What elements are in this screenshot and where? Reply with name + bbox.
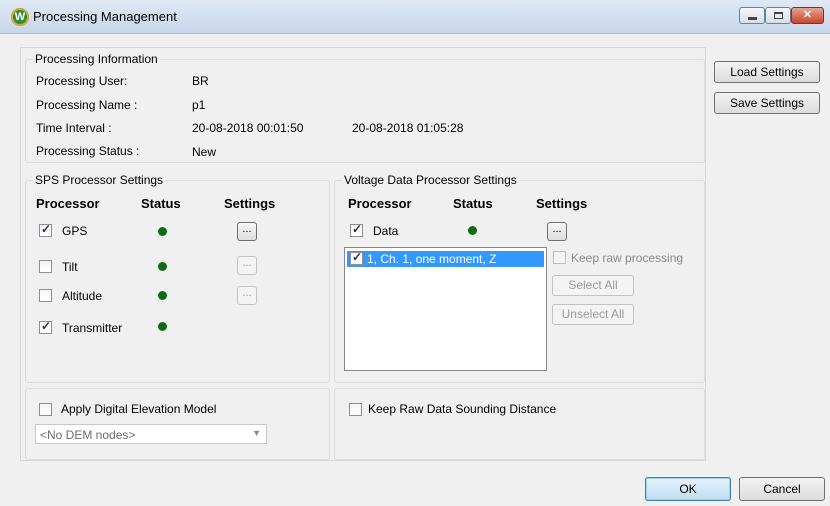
sps-settings-header: Settings <box>224 196 276 211</box>
processing-user-value: BR <box>192 74 209 88</box>
sounding-group <box>334 388 705 460</box>
voltage-processor-header: Processor <box>348 196 412 211</box>
altitude-label: Altitude <box>62 289 103 303</box>
apply-dem-checkbox[interactable] <box>39 403 52 416</box>
tilt-label: Tilt <box>62 260 78 274</box>
transmitter-label: Transmitter <box>62 321 123 335</box>
processing-info-title: Processing Information <box>33 52 160 66</box>
altitude-checkbox[interactable] <box>39 289 52 302</box>
window-title: Processing Management <box>33 9 177 24</box>
app-logo-icon: W <box>11 8 29 26</box>
unselect-all-button[interactable]: Unselect All <box>552 304 634 325</box>
dem-nodes-value: <No DEM nodes> <box>40 428 136 442</box>
load-settings-button[interactable]: Load Settings <box>714 61 820 83</box>
time-interval-label: Time Interval : <box>36 121 112 135</box>
altitude-status-indicator <box>158 291 167 300</box>
processing-name-value: p1 <box>192 98 206 112</box>
sps-processor-header: Processor <box>36 196 100 211</box>
minimize-icon <box>748 17 757 20</box>
processing-user-label: Processing User: <box>36 74 128 88</box>
save-settings-button[interactable]: Save Settings <box>714 92 820 114</box>
tilt-status-indicator <box>158 262 167 271</box>
time-interval-end: 20-08-2018 01:05:28 <box>352 121 464 135</box>
list-item-checkbox[interactable] <box>350 250 363 265</box>
keep-raw-processing-checkbox[interactable] <box>553 251 566 264</box>
close-button[interactable]: ✕ <box>791 7 824 24</box>
processing-status-label: Processing Status : <box>36 144 140 158</box>
minimize-button[interactable] <box>739 7 765 24</box>
list-item[interactable]: 1, Ch. 1, one moment, Z <box>347 250 544 267</box>
maximize-button[interactable] <box>765 7 791 24</box>
altitude-settings-button[interactable]: ... <box>237 286 257 305</box>
tilt-checkbox[interactable] <box>39 260 52 273</box>
ok-button[interactable]: OK <box>645 477 731 501</box>
sps-status-header: Status <box>141 196 181 211</box>
time-interval-start: 20-08-2018 00:01:50 <box>192 121 304 135</box>
gps-settings-button[interactable]: ... <box>237 222 257 241</box>
processing-status-value: New <box>192 145 217 159</box>
apply-dem-label: Apply Digital Elevation Model <box>61 402 217 416</box>
gps-status-indicator <box>158 227 167 236</box>
transmitter-status-indicator <box>158 322 167 331</box>
sps-settings-title: SPS Processor Settings <box>33 173 166 187</box>
processing-management-window: W Processing Management ✕ Processing Inf… <box>0 0 830 506</box>
select-all-button[interactable]: Select All <box>552 275 634 296</box>
list-item-label: 1, Ch. 1, one moment, Z <box>367 252 497 266</box>
title-bar[interactable]: W Processing Management ✕ <box>0 0 830 34</box>
keep-raw-sounding-checkbox[interactable] <box>349 403 362 416</box>
voltage-settings-header: Settings <box>536 196 588 211</box>
close-icon: ✕ <box>802 9 813 21</box>
data-checkbox[interactable] <box>350 222 363 237</box>
keep-raw-processing-label: Keep raw processing <box>571 251 684 265</box>
transmitter-checkbox[interactable] <box>39 319 52 334</box>
channel-list[interactable]: 1, Ch. 1, one moment, Z <box>344 247 547 371</box>
gps-checkbox[interactable] <box>39 222 52 237</box>
chevron-down-icon: ▼ <box>252 428 261 438</box>
data-status-indicator <box>468 226 477 235</box>
tilt-settings-button[interactable]: ... <box>237 256 257 275</box>
cancel-button[interactable]: Cancel <box>739 477 825 501</box>
maximize-icon <box>774 12 783 19</box>
keep-raw-sounding-label: Keep Raw Data Sounding Distance <box>368 402 557 416</box>
processing-name-label: Processing Name : <box>36 98 138 112</box>
voltage-status-header: Status <box>453 196 493 211</box>
data-label: Data <box>373 224 399 238</box>
data-settings-button[interactable]: ... <box>547 222 567 241</box>
gps-label: GPS <box>62 224 88 238</box>
voltage-settings-title: Voltage Data Processor Settings <box>342 173 519 187</box>
dem-nodes-select[interactable]: <No DEM nodes> ▼ <box>35 424 267 444</box>
